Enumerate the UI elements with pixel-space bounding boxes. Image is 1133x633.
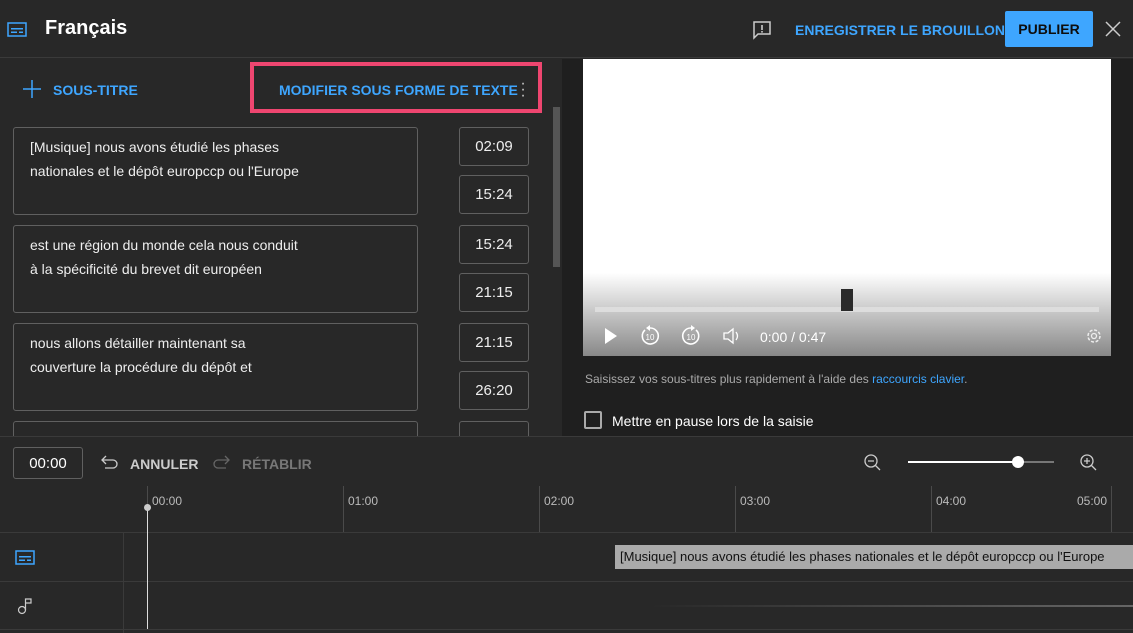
cue-line: couverture la procédure du dépôt et — [30, 359, 252, 375]
cue-line: [Musique] nous avons étudié les phases — [30, 139, 280, 155]
cue-line: nationales et le dépôt europcсp ou l'Eur… — [30, 163, 299, 179]
keyboard-shortcuts-link[interactable]: raccourcis clavier — [872, 372, 964, 386]
divider — [123, 532, 124, 633]
pause-checkbox[interactable] — [584, 411, 602, 429]
more-options-icon[interactable]: · · · — [520, 76, 526, 104]
svg-text:10: 10 — [687, 333, 696, 342]
subtitle-editor-panel: SOUS-TITRE MODIFIER SOUS FORME DE TEXTE … — [0, 59, 560, 436]
cue-end-time[interactable]: 21:15 — [459, 273, 529, 312]
svg-text:10: 10 — [646, 333, 655, 342]
page-title: Français — [45, 17, 128, 39]
timeline-tick: 05:00 — [1073, 486, 1113, 532]
timeline-panel: 00:00 ANNULER RÉTABLIR 00:00 01:00 02:00 03… — [0, 436, 1133, 633]
current-time-input[interactable]: 00:00 — [13, 447, 83, 479]
hint-end: . — [964, 372, 968, 386]
cue-start-time-partial[interactable] — [459, 421, 529, 436]
hint-text: Saisissez vos sous-titres plus rapidemen… — [585, 372, 873, 386]
add-subtitle-button[interactable]: SOUS-TITRE — [53, 82, 138, 98]
time-display: 0:00 / 0:47 — [760, 329, 827, 345]
rewind-10-icon[interactable]: 10 — [639, 325, 661, 347]
redo-button[interactable]: RÉTABLIR — [242, 456, 312, 472]
timeline-tick: 02:00 — [539, 486, 574, 532]
save-draft-button[interactable]: ENREGISTRER LE BROUILLON — [795, 22, 1005, 38]
playhead-handle[interactable] — [144, 504, 151, 511]
cue-line: à la spécificité du brevet dit européen — [30, 261, 262, 277]
timeline-tick: 01:00 — [343, 486, 378, 532]
divider — [0, 581, 1133, 582]
timeline-tick: 00:00 — [147, 486, 182, 532]
undo-button[interactable]: ANNULER — [130, 456, 198, 472]
audio-track-icon — [17, 598, 32, 615]
subtitles-icon — [7, 22, 27, 37]
cue-end-time[interactable]: 26:20 — [459, 371, 529, 410]
zoom-slider[interactable] — [908, 456, 1054, 468]
publish-button[interactable]: PUBLIER — [1005, 11, 1093, 47]
redo-icon — [213, 455, 230, 469]
play-icon[interactable] — [604, 328, 618, 344]
cue-text[interactable]: nous allons détailler maintenant sa couve… — [13, 323, 418, 411]
scrollbar[interactable] — [553, 107, 560, 267]
timeline-tick: 04:00 — [931, 486, 966, 532]
cue-start-time[interactable]: 15:24 — [459, 225, 529, 264]
zoom-out-icon[interactable] — [863, 453, 883, 473]
divider — [0, 532, 1133, 533]
pause-checkbox-label: Mettre en pause lors de la saisie — [612, 413, 814, 429]
cue-start-time[interactable]: 21:15 — [459, 323, 529, 362]
divider — [0, 629, 1133, 630]
playhead[interactable] — [147, 507, 148, 629]
edit-as-text-button[interactable]: MODIFIER SOUS FORME DE TEXTE — [279, 82, 518, 98]
header: Français ENREGISTRER LE BROUILLON PUBLIE… — [0, 0, 1133, 58]
settings-gear-icon[interactable] — [1085, 327, 1103, 345]
preview-panel: 10 10 0:00 / 0:47 Saisissez vos sous-tit… — [562, 59, 1133, 436]
seek-handle[interactable] — [841, 289, 853, 311]
zoom-in-icon[interactable] — [1079, 453, 1099, 473]
cue-end-time[interactable]: 15:24 — [459, 175, 529, 214]
zoom-slider-handle[interactable] — [1011, 456, 1024, 468]
undo-icon — [101, 455, 118, 469]
feedback-icon[interactable] — [752, 20, 772, 40]
cue-line: nous allons détailler maintenant sa — [30, 335, 246, 351]
cue-text-partial[interactable] — [13, 421, 418, 436]
cue-line: est une région du monde cela nous condui… — [30, 237, 298, 253]
cue-text[interactable]: [Musique] nous avons étudié les phases na… — [13, 127, 418, 215]
zoom-slider-fill — [908, 461, 1018, 463]
subtitle-track-icon — [15, 550, 35, 565]
forward-10-icon[interactable]: 10 — [680, 325, 702, 347]
audio-waveform — [650, 605, 1133, 607]
shortcut-hint: Saisissez vos sous-titres plus rapidemen… — [585, 372, 967, 386]
timeline-tick: 03:00 — [735, 486, 770, 532]
close-icon[interactable] — [1105, 21, 1121, 37]
timeline-subtitle-block[interactable]: [Musique] nous avons étudié les phases n… — [615, 545, 1133, 569]
volume-icon[interactable] — [722, 327, 744, 345]
plus-icon — [23, 80, 41, 98]
video-player[interactable]: 10 10 0:00 / 0:47 — [583, 59, 1111, 356]
cue-text[interactable]: est une région du monde cela nous condui… — [13, 225, 418, 313]
cue-start-time[interactable]: 02:09 — [459, 127, 529, 166]
